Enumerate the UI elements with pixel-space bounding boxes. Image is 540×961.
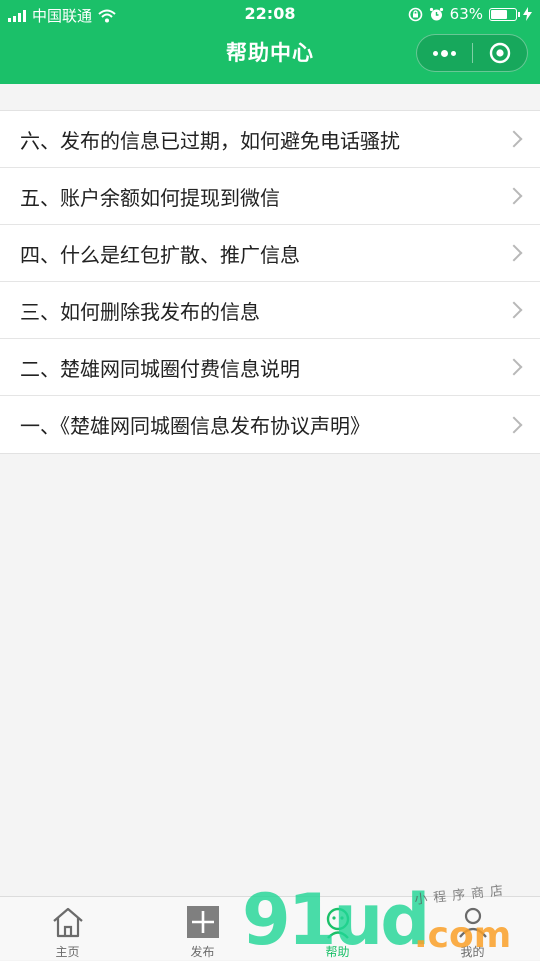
tab-label: 我的 (460, 945, 485, 959)
header: 中国联通 22:08 63% 帮助中心 (0, 0, 540, 84)
status-bar: 中国联通 22:08 63% (0, 0, 540, 28)
help-item-label: 二、楚雄网同城圈付费信息说明 (20, 356, 300, 381)
miniprogram-capsule (416, 34, 528, 72)
user-icon (458, 907, 487, 938)
chevron-right-icon (505, 416, 523, 433)
battery-fill (491, 9, 508, 19)
plus-square-icon (186, 906, 219, 938)
help-person-icon (326, 907, 349, 939)
help-item-1[interactable]: 一、《楚雄网同城圈信息发布协议声明》 (0, 396, 540, 453)
orientation-lock-icon (408, 7, 422, 21)
battery-percent: 63% (449, 5, 483, 23)
tab-label: 帮助 (325, 945, 350, 959)
tab-bar: 主页 发布 帮助 我的 (0, 896, 540, 960)
help-item-label: 五、账户余额如何提现到微信 (20, 185, 280, 210)
chevron-right-icon (505, 358, 523, 376)
more-dot-icon (440, 49, 448, 57)
chevron-right-icon (505, 187, 523, 205)
tab-mine[interactable]: 我的 (405, 897, 540, 961)
help-item-label: 一、《楚雄网同城圈信息发布协议声明》 (20, 414, 370, 438)
chevron-right-icon (505, 244, 523, 262)
more-button[interactable] (417, 35, 472, 71)
help-item-5[interactable]: 五、账户余额如何提现到微信 (0, 168, 540, 225)
help-item-4[interactable]: 四、什么是红包扩散、推广信息 (0, 225, 540, 282)
help-item-6[interactable]: 六、发布的信息已过期，如何避免电话骚扰 (0, 111, 540, 168)
battery-cap (518, 11, 520, 17)
help-item-label: 六、发布的信息已过期，如何避免电话骚扰 (20, 128, 400, 153)
help-item-label: 四、什么是红包扩散、推广信息 (20, 242, 300, 267)
tab-home[interactable]: 主页 (0, 897, 135, 961)
help-item-2[interactable]: 二、楚雄网同城圈付费信息说明 (0, 339, 540, 396)
more-dot-icon (432, 50, 438, 56)
charging-icon (523, 7, 532, 21)
tab-help[interactable]: 帮助 (270, 897, 405, 961)
chevron-right-icon (505, 130, 523, 148)
tab-publish[interactable]: 发布 (135, 897, 270, 961)
more-dot-icon (450, 50, 456, 56)
help-item-label: 三、如何删除我发布的信息 (20, 299, 260, 324)
help-item-3[interactable]: 三、如何删除我发布的信息 (0, 282, 540, 339)
help-list: 六、发布的信息已过期，如何避免电话骚扰 五、账户余额如何提现到微信 四、什么是红… (0, 110, 540, 454)
target-circle-icon (489, 42, 510, 64)
tab-label: 主页 (55, 945, 80, 959)
close-miniprogram-button[interactable] (472, 35, 527, 71)
chevron-right-icon (505, 301, 523, 319)
home-icon (52, 907, 83, 938)
tab-label: 发布 (190, 945, 215, 959)
battery-icon (489, 7, 520, 21)
status-right: 63% (408, 5, 532, 23)
alarm-icon (429, 7, 443, 20)
